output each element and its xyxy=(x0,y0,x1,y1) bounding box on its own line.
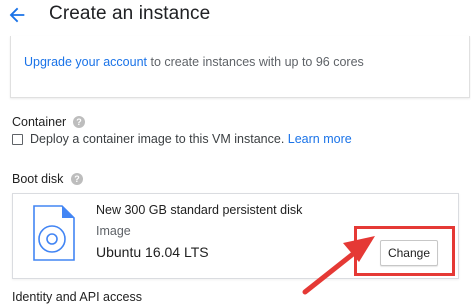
arrow-back-icon[interactable] xyxy=(6,4,28,26)
identity-api-label: Identity and API access xyxy=(12,290,142,304)
container-label: Container xyxy=(12,115,67,129)
deploy-container-label: Deploy a container image to this VM inst… xyxy=(30,132,352,146)
upgrade-message-text: to create instances with up to 96 cores xyxy=(147,55,364,69)
page-title: Create an instance xyxy=(49,3,211,24)
deploy-container-text: Deploy a container image to this VM inst… xyxy=(30,132,285,146)
help-icon[interactable]: ? xyxy=(71,173,83,185)
deploy-container-checkbox[interactable] xyxy=(12,134,23,145)
learn-more-link[interactable]: Learn more xyxy=(288,132,352,146)
page-header: Create an instance xyxy=(0,0,471,36)
disk-title: New 300 GB standard persistent disk xyxy=(96,203,303,217)
disk-icon xyxy=(33,205,75,261)
upgrade-message: Upgrade your account to create instances… xyxy=(24,55,364,69)
disk-image-value: Ubuntu 16.04 LTS xyxy=(96,244,209,260)
upgrade-account-link[interactable]: Upgrade your account xyxy=(24,55,147,69)
disk-image-label: Image xyxy=(96,224,131,238)
boot-disk-label: Boot disk xyxy=(12,172,64,186)
change-button[interactable]: Change xyxy=(380,240,438,266)
upgrade-card: Upgrade your account to create instances… xyxy=(10,36,470,98)
help-icon[interactable]: ? xyxy=(73,116,85,128)
